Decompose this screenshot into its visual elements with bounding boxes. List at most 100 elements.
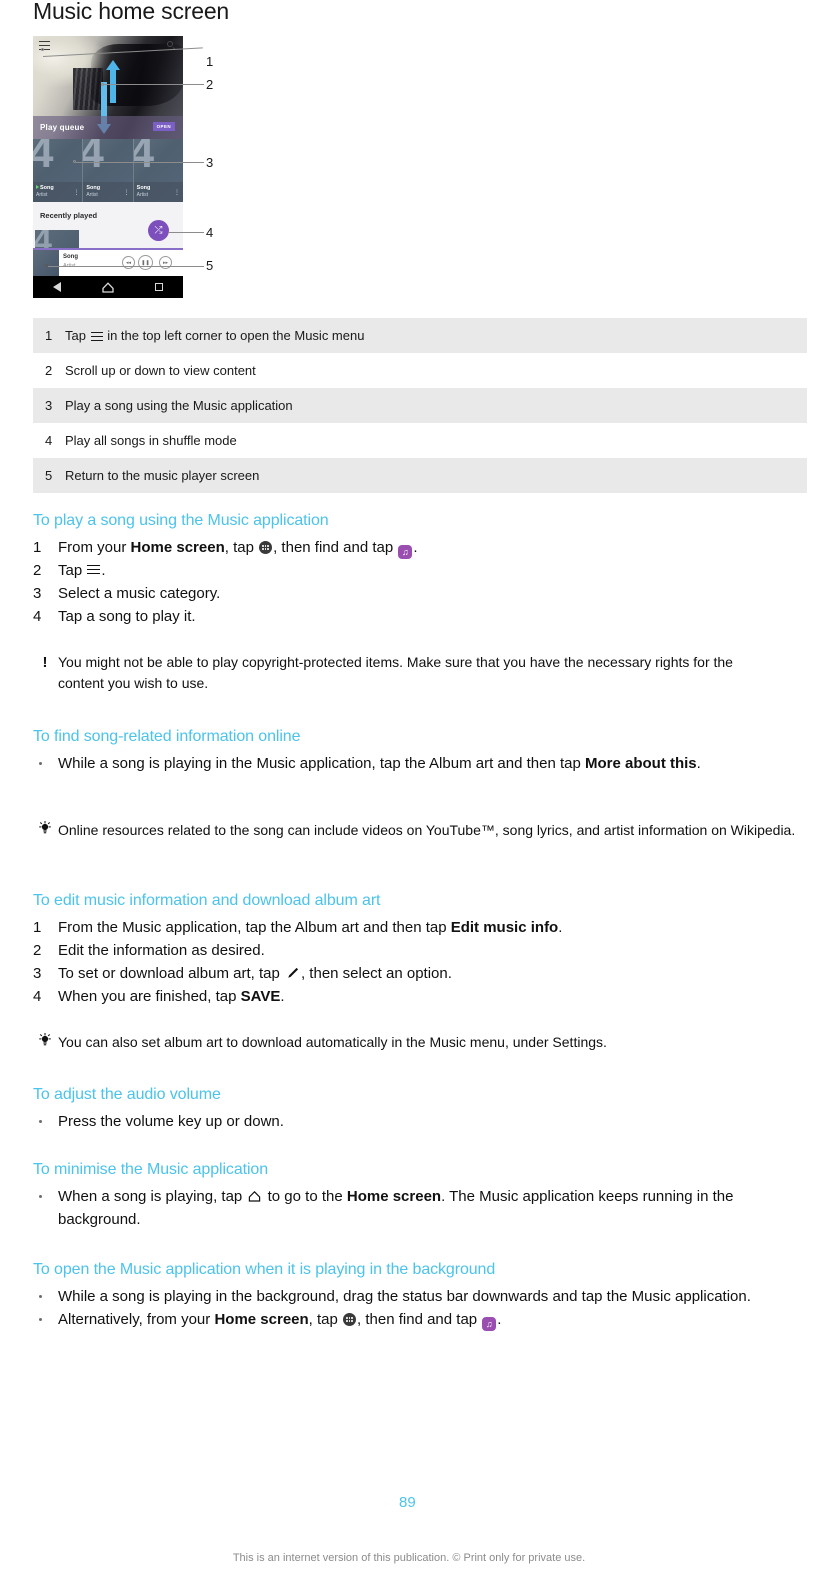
bullets-list: Press the volume key up or down. (33, 1110, 813, 1133)
table-row: 4 Play all songs in shuffle mode (33, 423, 807, 458)
list-item: While a song is playing in the backgroun… (33, 1285, 813, 1308)
album-art-decoration: 4 (83, 139, 103, 175)
phone-screenshot: Play queue OPEN 4 Song Artist ⋮ 4 Song (33, 36, 183, 298)
section-heading: To open the Music application when it is… (33, 1261, 496, 1278)
callout-number-3: 3 (206, 155, 214, 170)
step-number: 3 (33, 585, 42, 602)
tip-online-resources: Online resources related to the song can… (33, 820, 818, 841)
list-item: 3 To set or download album art, tap , th… (33, 962, 813, 985)
tip-block: Online resources related to the song can… (33, 820, 818, 841)
play-queue-label: Play queue (40, 123, 85, 132)
section-volume: To adjust the audio volume Press the vol… (33, 1086, 813, 1133)
play-queue-bar[interactable]: Play queue OPEN (33, 116, 183, 139)
section-open-background: To open the Music application when it is… (33, 1261, 813, 1331)
callout-number-2: 2 (206, 77, 214, 92)
footer-note: This is an internet version of this publ… (232, 1552, 586, 1564)
section-heading: To minimise the Music application (33, 1161, 269, 1178)
legend-number: 5 (45, 468, 53, 483)
bullets-list: While a song is playing in the Music app… (33, 752, 813, 775)
pause-icon[interactable]: ❚❚ (138, 255, 153, 270)
steps-list: 1 From your Home screen, tap , then find… (33, 536, 813, 628)
mini-player-album-art[interactable] (33, 250, 59, 276)
steps-list: 1 From the Music application, tap the Al… (33, 916, 813, 1008)
mini-player-song: Song (63, 254, 78, 260)
section-edit-info: To edit music information and download a… (33, 892, 813, 1008)
legend-text: Play all songs in shuffle mode (65, 433, 237, 448)
list-item: While a song is playing in the Music app… (33, 752, 813, 775)
step-number: 2 (33, 562, 42, 579)
table-row: 5 Return to the music player screen (33, 458, 807, 493)
apps-grid-icon (259, 541, 273, 554)
album-art-decoration: 4 (33, 139, 53, 175)
list-item: 2 Edit the information as desired. (33, 939, 813, 962)
album-tile[interactable]: 4 Song Artist ⋮ (83, 139, 134, 202)
step-number: 2 (33, 942, 42, 959)
list-item: When a song is playing, tap to go to the… (33, 1185, 813, 1231)
legend-text: Scroll up or down to view content (65, 363, 256, 378)
callout-number-4: 4 (206, 225, 214, 240)
note-block: ! You might not be able to play copyrigh… (33, 652, 778, 694)
list-item: 2 Tap . (33, 559, 813, 582)
legend-text: Play a song using the Music application (65, 398, 293, 413)
step-number: 4 (33, 988, 42, 1005)
tip-block: You can also set album art to download a… (33, 1032, 818, 1053)
table-row: 1 Tap in the top left corner to open the… (33, 318, 807, 353)
music-home-screen-figure: Play queue OPEN 4 Song Artist ⋮ 4 Song (33, 36, 213, 298)
album-tile[interactable]: 4 Song Artist ⋮ (33, 139, 84, 202)
app-bar (33, 36, 183, 54)
recently-played-label: Recently played (40, 211, 98, 220)
overflow-menu-icon[interactable]: ⋮ (73, 190, 79, 196)
music-note-icon: ♫ (398, 545, 413, 559)
legend-table: 1 Tap in the top left corner to open the… (33, 318, 807, 493)
lightbulb-icon (37, 1033, 53, 1053)
section-minimise: To minimise the Music application When a… (33, 1161, 813, 1231)
shuffle-icon[interactable]: ⤮ (148, 220, 169, 241)
list-item: 1 From your Home screen, tap , then find… (33, 536, 813, 559)
home-icon (248, 1187, 261, 1202)
callout-anchor-1 (41, 48, 44, 51)
note-copyright: ! You might not be able to play copyrigh… (33, 652, 778, 694)
callout-leader-3 (76, 162, 204, 163)
page-number: 89 (399, 1494, 416, 1511)
document-page: Music home screen Play queue OPEN Song A… (0, 0, 818, 1590)
table-row: 3 Play a song using the Music applicatio… (33, 388, 807, 423)
callout-leader-5 (48, 266, 204, 267)
section-heading: To find song-related information online (33, 728, 301, 745)
overflow-menu-icon[interactable]: ⋮ (174, 190, 180, 196)
callout-number-5: 5 (206, 258, 214, 273)
music-note-icon: ♫ (482, 1317, 497, 1331)
step-number: 1 (33, 919, 42, 936)
section-heading: To edit music information and download a… (33, 892, 381, 909)
apps-grid-icon (343, 1313, 357, 1326)
list-item: Alternatively, from your Home screen, ta… (33, 1308, 813, 1331)
callout-leader-4 (168, 232, 204, 233)
home-icon[interactable] (102, 281, 114, 293)
album-tiles-row: 4 Song Artist ⋮ 4 Song Artist ⋮ (33, 139, 183, 202)
warning-icon: ! (42, 654, 48, 671)
page-title: Music home screen (33, 0, 230, 24)
recents-icon[interactable] (154, 283, 163, 291)
overflow-menu-icon[interactable]: ⋮ (124, 190, 130, 196)
previous-icon[interactable]: ◂◂ (122, 256, 135, 269)
legend-number: 2 (45, 363, 53, 378)
callout-number-1: 1 (206, 54, 214, 69)
section-heading: To adjust the audio volume (33, 1086, 221, 1103)
legend-number: 4 (45, 433, 53, 448)
play-queue-open-button[interactable]: OPEN (152, 122, 175, 131)
callout-leader-2 (104, 84, 204, 85)
legend-number: 3 (45, 398, 53, 413)
back-icon[interactable] (53, 282, 62, 292)
section-heading: To play a song using the Music applicati… (33, 512, 329, 529)
album-tile[interactable]: 4 Song Artist ⋮ (133, 139, 183, 202)
pencil-icon (286, 964, 299, 978)
album-art-decoration: 4 (133, 139, 155, 177)
step-number: 1 (33, 539, 42, 556)
list-item: 1 From the Music application, tap the Al… (33, 916, 813, 939)
mini-player[interactable]: Song Artist ◂◂ ❚❚ ▸▸ (33, 248, 183, 276)
next-icon[interactable]: ▸▸ (159, 256, 172, 269)
scroll-up-arrow-stem (110, 69, 116, 103)
legend-text: Tap in the top left corner to open the M… (65, 328, 365, 343)
list-item: 4 Tap a song to play it. (33, 605, 813, 628)
section-play-song: To play a song using the Music applicati… (33, 512, 813, 628)
lightbulb-icon (37, 821, 53, 841)
